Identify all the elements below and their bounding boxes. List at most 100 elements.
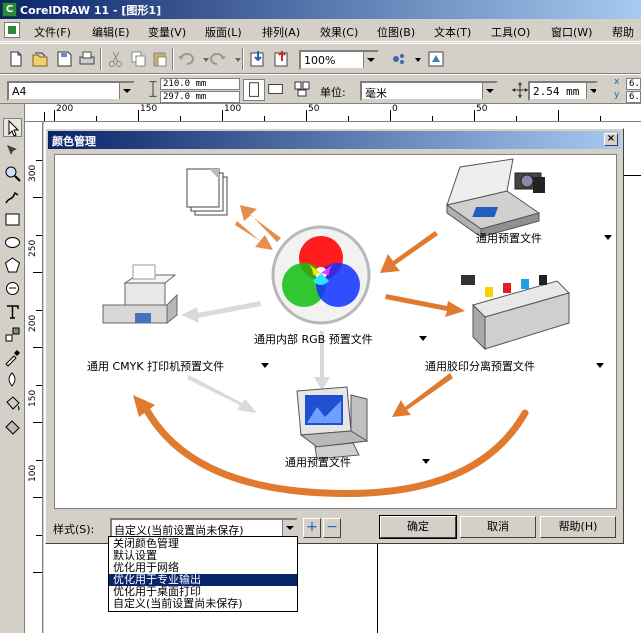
undo-dropdown-icon[interactable] — [196, 49, 209, 69]
remove-style-button[interactable]: − — [323, 518, 341, 538]
vruler-label-150: 150 — [28, 389, 38, 407]
copy-icon[interactable] — [128, 49, 148, 69]
press-profile-dropdown[interactable] — [596, 363, 604, 368]
menu-effects[interactable]: 效果(C) — [320, 24, 358, 40]
color-workflow-panel: 通用预置文件 通用内部 RGB 预置文件 通用 CMYK 打印机预置文件 通用胶… — [54, 154, 617, 509]
freehand-tool-icon[interactable] — [3, 187, 22, 206]
basic-shapes-tool-icon[interactable] — [3, 279, 22, 298]
offset-press-icon — [461, 275, 570, 351]
hruler-label-0: 0 — [392, 104, 398, 114]
application-launcher-icon[interactable] — [388, 49, 408, 69]
property-bar: A4 210.0 mm 297.0 mm 单位: 毫米 2.54 mm x 6.… — [0, 74, 641, 104]
import-icon[interactable] — [248, 49, 268, 69]
units-label: 单位: — [320, 86, 346, 99]
style-label: 样式(S): — [53, 523, 95, 536]
arrow-documents-to-rgb — [235, 221, 273, 250]
polygon-tool-icon[interactable] — [3, 256, 22, 275]
launcher-dropdown-icon[interactable] — [408, 49, 421, 69]
hruler-label-150: 150 — [140, 104, 158, 114]
redo-icon[interactable] — [208, 49, 228, 69]
page-width-field[interactable]: 210.0 mm — [160, 78, 240, 90]
landscape-icon[interactable] — [266, 79, 288, 101]
cut-icon[interactable] — [106, 49, 126, 69]
menu-file[interactable]: 文件(F) — [34, 24, 71, 40]
page-dimensions-icon — [143, 79, 157, 101]
interactive-fill-tool-icon[interactable] — [3, 417, 22, 436]
toolbox — [0, 104, 25, 633]
vruler-label-300: 300 — [28, 164, 38, 182]
zoom-dropdown-arrow[interactable] — [363, 52, 377, 68]
pick-tool-icon[interactable] — [3, 118, 22, 137]
add-style-button[interactable]: + — [303, 518, 321, 538]
window-title: CorelDRAW 11 - [图形1] — [20, 4, 162, 17]
rectangle-tool-icon[interactable] — [3, 210, 22, 229]
duplicate-x-field[interactable]: 6. — [626, 78, 641, 90]
rgb-profile-dropdown[interactable] — [419, 336, 427, 341]
menu-edit[interactable]: 编辑(E) — [92, 24, 130, 40]
portrait-icon[interactable] — [243, 79, 265, 101]
scanner-profile-dropdown[interactable] — [604, 235, 612, 240]
page-size-select[interactable]: A4 — [7, 81, 135, 101]
text-tool-icon[interactable] — [3, 302, 22, 321]
print-icon[interactable] — [77, 49, 97, 69]
nudge-distance-field[interactable]: 2.54 mm — [528, 81, 598, 101]
page-layout-icon[interactable] — [292, 79, 312, 99]
menu-tools[interactable]: 工具(O) — [491, 24, 530, 40]
units-dropdown-arrow[interactable] — [482, 83, 496, 99]
arrow-press-to-monitor — [392, 373, 453, 417]
page-size-dropdown-arrow[interactable] — [119, 83, 133, 99]
interactive-blend-tool-icon[interactable] — [3, 325, 22, 344]
menu-text[interactable]: 文本(T) — [434, 24, 471, 40]
menu-layout[interactable]: 版面(L) — [205, 24, 242, 40]
undo-icon[interactable] — [176, 49, 196, 69]
hruler-label-50b: 50 — [476, 104, 488, 114]
rgb-color-wheel-icon — [271, 225, 371, 325]
page-height-field[interactable]: 297.0 mm — [160, 91, 240, 103]
menu-arrange[interactable]: 排列(A) — [262, 24, 300, 40]
zoom-select[interactable]: 100% — [299, 50, 379, 70]
dialog-title: 颜色管理 — [52, 135, 96, 148]
hruler-label-100: 100 — [224, 104, 242, 114]
arrow-rgb-to-press — [385, 294, 465, 317]
eyedropper-tool-icon[interactable] — [3, 348, 22, 367]
fill-tool-icon[interactable] — [3, 394, 22, 413]
ellipse-tool-icon[interactable] — [3, 233, 22, 252]
printer-profile-label: 通用 CMYK 打印机预置文件 — [87, 360, 225, 373]
redo-dropdown-icon[interactable] — [228, 49, 241, 69]
document-icon[interactable] — [4, 22, 20, 38]
paste-icon[interactable] — [150, 49, 170, 69]
close-icon[interactable]: × — [604, 133, 618, 146]
monitor-profile-dropdown[interactable] — [422, 459, 430, 464]
menu-variable[interactable]: 变量(V) — [148, 24, 186, 40]
monitor-profile-label: 通用预置文件 — [285, 456, 351, 469]
style-dropdown-arrow[interactable] — [282, 520, 296, 536]
new-file-icon[interactable] — [6, 49, 26, 69]
shape-tool-icon[interactable] — [3, 141, 22, 160]
dup-y-label: y — [614, 90, 620, 100]
vruler-label-100: 100 — [28, 464, 38, 482]
ok-button[interactable]: 确定 — [379, 515, 457, 539]
cancel-button[interactable]: 取消 — [460, 516, 536, 538]
page-size-value: A4 — [12, 85, 27, 98]
outline-tool-icon[interactable] — [3, 371, 22, 390]
arrow-rgb-to-documents — [240, 205, 281, 242]
printer-icon — [102, 264, 178, 325]
style-select[interactable]: 自定义(当前设置尚未保存) — [110, 518, 298, 538]
export-icon[interactable] — [272, 49, 292, 69]
duplicate-y-field[interactable]: 6. — [626, 91, 641, 103]
menu-help[interactable]: 帮助 — [612, 24, 634, 40]
units-select[interactable]: 毫米 — [360, 81, 498, 101]
menu-window[interactable]: 窗口(W) — [551, 24, 592, 40]
horizontal-ruler[interactable]: 200 150 100 50 0 50 — [25, 104, 641, 122]
help-button[interactable]: 帮助(H) — [540, 516, 616, 538]
vertical-ruler[interactable]: 300 250 200 150 100 — [25, 122, 43, 633]
printer-profile-dropdown[interactable] — [261, 363, 269, 368]
open-file-icon[interactable] — [30, 49, 50, 69]
documents-stack-icon — [186, 168, 228, 216]
style-option[interactable]: 自定义(当前设置尚未保存) — [109, 598, 297, 610]
corel-online-icon[interactable] — [426, 49, 446, 69]
nudge-spinner[interactable] — [586, 83, 596, 99]
menu-bitmap[interactable]: 位图(B) — [377, 24, 415, 40]
zoom-tool-icon[interactable] — [3, 164, 22, 183]
save-icon[interactable] — [54, 49, 74, 69]
